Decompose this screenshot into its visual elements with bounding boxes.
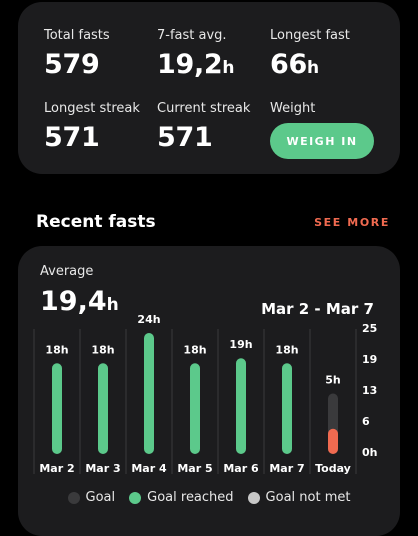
longest-streak-label: Longest streak <box>44 101 140 116</box>
goal-reached-dot-icon <box>129 491 142 504</box>
goal-not-met-dot-icon <box>247 491 260 504</box>
bar-mar-6 <box>236 358 246 454</box>
bar-today <box>328 428 338 454</box>
y-tick-label: 13 <box>362 384 377 397</box>
weight-label: Weight <box>270 101 316 116</box>
avg-stat: 7-fast avg. 19,2h <box>157 28 235 80</box>
category-label: Mar 4 <box>131 462 167 475</box>
legend-goal-label: Goal <box>85 490 116 505</box>
bar-mar-4 <box>144 333 154 454</box>
y-tick-label: 0h <box>362 446 378 459</box>
total-fasts-label: Total fasts <box>44 28 110 43</box>
avg-value: 19,2 <box>157 49 223 80</box>
weight-stat: Weight <box>270 101 315 116</box>
bar-mar-2 <box>52 363 62 454</box>
category-label: Mar 5 <box>177 462 212 475</box>
category-label: Today <box>315 462 351 475</box>
current-streak-value: 571 <box>157 122 213 153</box>
longest-fast-label: Longest fast <box>270 28 350 43</box>
category-label: Mar 6 <box>223 462 259 475</box>
bar-mar-7 <box>282 363 292 454</box>
stats-card: Total fasts 579 7-fast avg. 19,2h Longes… <box>18 2 400 174</box>
bar-value-label: 24h <box>137 313 160 326</box>
bar-mar-5 <box>190 363 200 454</box>
legend-goal: Goal <box>67 490 116 505</box>
recent-fasts-card: Average 19,4h Mar 2 - Mar 7 18h Mar 2 18h M… <box>18 246 400 536</box>
current-streak-stat: Current streak 571 <box>157 101 250 153</box>
category-label: Mar 7 <box>269 462 304 475</box>
bar-value-label: 19h <box>229 338 252 351</box>
longest-fast-stat: Longest fast 66h <box>270 28 350 80</box>
see-more-link[interactable]: SEE MORE <box>314 216 390 229</box>
legend-goal-reached-label: Goal reached <box>147 490 234 505</box>
weigh-in-button[interactable]: WEIGH IN <box>270 123 374 159</box>
total-fasts-stat: Total fasts 579 <box>44 28 110 80</box>
y-tick-label: 19 <box>362 353 377 366</box>
y-tick-label: 25 <box>362 322 377 335</box>
recent-fasts-title: Recent fasts <box>36 212 156 232</box>
goal-dot-icon <box>67 491 80 504</box>
category-label: Mar 3 <box>85 462 120 475</box>
longest-fast-value-wrap: 66h <box>270 49 350 80</box>
bar-value-label: 5h <box>325 374 341 387</box>
current-streak-label: Current streak <box>157 101 251 116</box>
longest-fast-value: 66 <box>270 49 307 80</box>
bar-value-label: 18h <box>183 343 206 356</box>
total-fasts-value: 579 <box>44 49 100 80</box>
chart-legend: Goal Goal reached Goal not met <box>18 490 400 505</box>
bar-value-label: 18h <box>91 343 114 356</box>
avg-value-wrap: 19,2h <box>157 49 235 80</box>
legend-goal-reached: Goal reached <box>129 490 234 505</box>
avg-unit: h <box>222 58 235 78</box>
longest-fast-unit: h <box>306 58 319 78</box>
bar-value-label: 18h <box>275 343 298 356</box>
longest-streak-stat: Longest streak 571 <box>44 101 140 153</box>
category-label: Mar 2 <box>39 462 74 475</box>
y-tick-label: 6 <box>362 415 370 428</box>
avg-label: 7-fast avg. <box>157 28 227 43</box>
recent-fasts-chart: 18h Mar 2 18h Mar 3 24h Mar 4 18h Mar 5 19h Mar 6… <box>33 313 378 475</box>
legend-goal-not-met-label: Goal not met <box>265 490 351 505</box>
longest-streak-value: 571 <box>44 122 100 153</box>
bar-value-label: 18h <box>45 343 68 356</box>
legend-goal-not-met: Goal not met <box>247 490 351 505</box>
bar-mar-3 <box>98 363 108 454</box>
